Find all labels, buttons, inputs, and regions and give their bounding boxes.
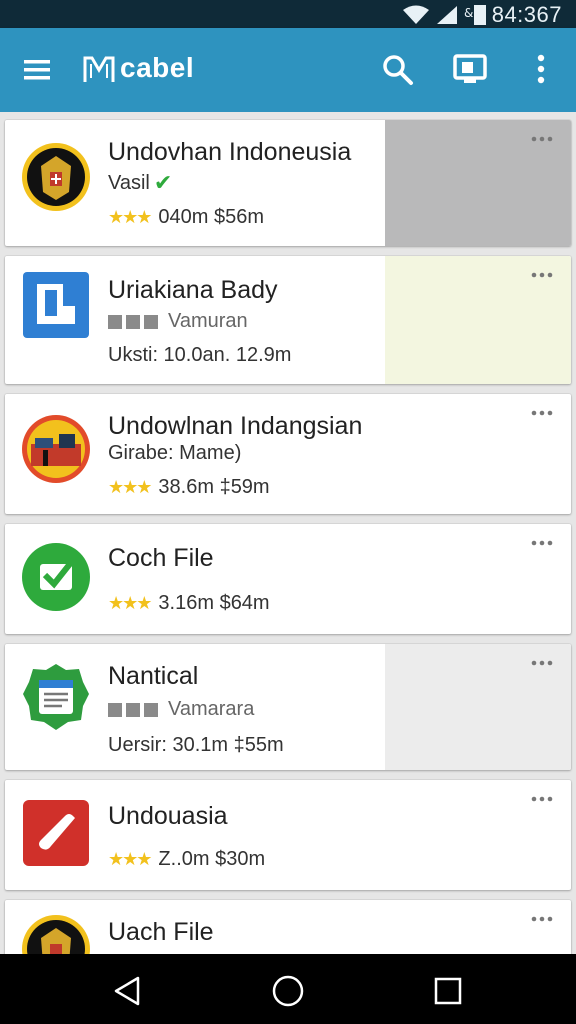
signal-icon xyxy=(437,6,457,24)
item-stats-text: Uksti: 10.0an. 12.9m xyxy=(108,344,292,366)
more-horiz-icon[interactable] xyxy=(531,408,553,418)
placeholder-blocks xyxy=(108,314,158,329)
list-item[interactable]: Undowlnan Indangsian Girabe: Mame) ★★★ 3… xyxy=(5,394,571,514)
recents-icon[interactable] xyxy=(431,974,465,1008)
item-subtitle: Vamuran xyxy=(108,310,248,333)
item-subtitle-text: Vamuran xyxy=(168,310,248,332)
item-name: Uriakiana Bady xyxy=(108,276,278,304)
status-bar: & 84:367 xyxy=(0,0,576,28)
phone-icon xyxy=(23,800,89,866)
battery-icon: & xyxy=(464,5,486,25)
list-item[interactable]: Undouasia ★★★ Z..0m $30m xyxy=(5,780,571,890)
item-name: Undovhan Indoneusia xyxy=(108,138,352,166)
item-subtitle-text: Vamarara xyxy=(168,698,255,720)
item-stats-text: Z..0m $30m xyxy=(158,848,266,870)
search-icon[interactable] xyxy=(380,52,414,86)
city-icon xyxy=(22,415,90,483)
item-subtitle: Vasil ✔ xyxy=(108,170,172,196)
item-subtitle-text: Girabe: Mame) xyxy=(108,442,242,464)
app-bar: cabel xyxy=(0,28,576,112)
logo-icon xyxy=(83,56,115,82)
home-icon[interactable] xyxy=(271,974,305,1008)
item-stats-text: 3.16m $64m xyxy=(158,592,270,614)
wifi-icon xyxy=(403,5,429,24)
emblem-icon xyxy=(22,143,90,211)
list-item[interactable]: Coch File ★★★ 3.16m $64m xyxy=(5,524,571,634)
navigation-bar xyxy=(0,954,576,1024)
notes-icon xyxy=(23,664,89,730)
item-stats: ★★★ Z..0m $30m xyxy=(108,848,265,871)
rating-stars: ★★★ xyxy=(108,849,152,869)
cast-icon[interactable] xyxy=(452,52,488,86)
app-list: Undovhan Indoneusia Vasil ✔ ★★★ 040m $56… xyxy=(0,112,576,954)
item-subtitle: Girabe: Mame) xyxy=(108,442,241,465)
item-subtitle-text: Vasil xyxy=(108,171,150,194)
more-horiz-icon[interactable] xyxy=(531,538,553,548)
rating-stars: ★★★ xyxy=(108,207,152,227)
item-name: Nantical xyxy=(108,662,199,690)
menu-icon[interactable] xyxy=(22,55,52,85)
more-horiz-icon[interactable] xyxy=(531,914,553,924)
app-title: cabel xyxy=(120,52,195,83)
item-subtitle: Vamarara xyxy=(108,698,254,721)
rating-stars: ★★★ xyxy=(108,593,152,613)
item-stats: ★★★ 040m $56m xyxy=(108,206,264,229)
status-icons: & xyxy=(402,4,490,26)
status-time: 84:367 xyxy=(491,2,562,27)
check-icon xyxy=(22,543,90,611)
placeholder-blocks xyxy=(108,702,158,717)
item-stats: ★★★ 38.6m ‡59m xyxy=(108,476,270,499)
rating-stars: ★★★ xyxy=(108,477,152,497)
item-stats-text: 38.6m ‡59m xyxy=(158,476,270,498)
list-item[interactable]: Nantical Vamarara Uersir: 30.1m ‡55m xyxy=(5,644,571,770)
more-horiz-icon[interactable] xyxy=(531,794,553,804)
item-name: Undowlnan Indangsian xyxy=(108,412,363,440)
more-horiz-icon[interactable] xyxy=(531,658,553,668)
svg-text:&: & xyxy=(464,6,473,20)
more-horiz-icon[interactable] xyxy=(531,134,553,144)
list-item[interactable]: Undovhan Indoneusia Vasil ✔ ★★★ 040m $56… xyxy=(5,120,571,246)
more-horiz-icon[interactable] xyxy=(531,270,553,280)
verified-icon: ✔ xyxy=(153,170,173,195)
list-item[interactable]: Uriakiana Bady Vamuran Uksti: 10.0an. 12… xyxy=(5,256,571,384)
more-vert-icon[interactable] xyxy=(530,52,552,86)
item-stats: Uersir: 30.1m ‡55m xyxy=(108,734,284,757)
emblem-icon xyxy=(22,915,90,954)
item-name: Uach File xyxy=(108,918,214,946)
back-icon[interactable] xyxy=(110,974,144,1008)
item-stats-text: Uersir: 30.1m ‡55m xyxy=(108,734,284,756)
docs-icon xyxy=(23,272,89,338)
item-stats: Uksti: 10.0an. 12.9m xyxy=(108,344,291,367)
item-name: Undouasia xyxy=(108,802,228,830)
item-name: Coch File xyxy=(108,544,214,572)
list-item[interactable]: Uach File xyxy=(5,900,571,954)
item-stats: ★★★ 3.16m $64m xyxy=(108,592,270,615)
item-stats-text: 040m $56m xyxy=(158,206,265,228)
